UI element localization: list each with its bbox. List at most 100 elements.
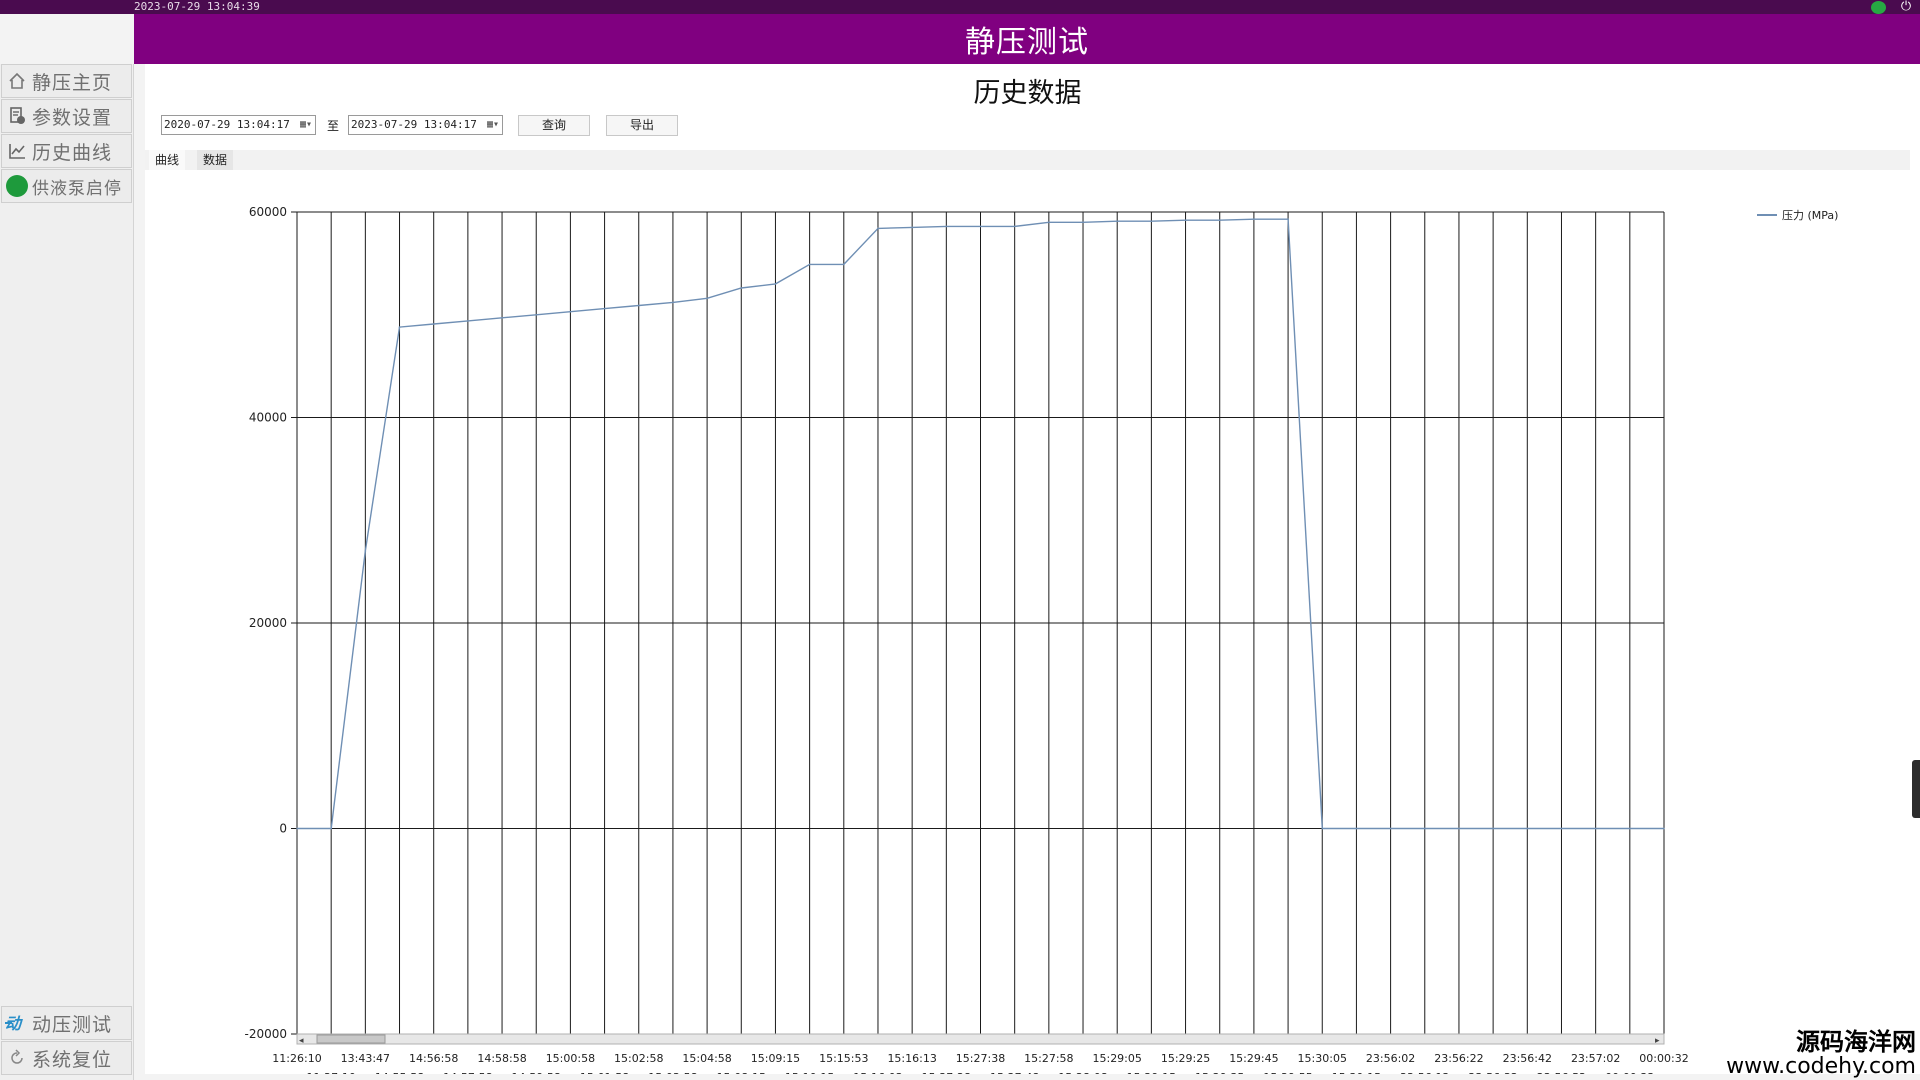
y-tick-label: 20000 bbox=[249, 616, 287, 630]
export-button[interactable]: 导出 bbox=[606, 115, 678, 136]
x-tick-label: 15:15:53 bbox=[819, 1052, 868, 1065]
pressure-data-point bbox=[569, 310, 572, 313]
pressure-data-point bbox=[398, 326, 401, 328]
pressure-data-point bbox=[1253, 218, 1255, 220]
x-tick-label: 15:30:05 bbox=[1298, 1052, 1347, 1065]
x-tick-label: 23:56:12 bbox=[1400, 1071, 1449, 1074]
settings-document-icon bbox=[2, 106, 32, 126]
x-tick-label: 23:56:32 bbox=[1468, 1071, 1517, 1074]
pressure-data-point bbox=[1082, 221, 1084, 224]
x-tick-label: 15:27:58 bbox=[1024, 1052, 1073, 1065]
pressure-data-point bbox=[501, 317, 503, 319]
x-tick-label: 15:29:35 bbox=[1195, 1071, 1244, 1074]
pressure-data-point bbox=[467, 320, 469, 322]
tab-curve[interactable]: 曲线 bbox=[149, 150, 186, 170]
x-tick-label: 15:27:28 bbox=[922, 1071, 971, 1074]
green-status-dot-icon bbox=[2, 175, 32, 197]
calendar-dropdown-icon[interactable]: ▦▾ bbox=[481, 119, 499, 131]
legend-label: 压力 (MPa) bbox=[1782, 209, 1838, 222]
x-tick-label: 11:26:10 bbox=[272, 1052, 321, 1065]
pressure-data-point bbox=[706, 297, 708, 300]
x-tick-label: 15:00:58 bbox=[546, 1052, 595, 1065]
y-tick-label: -20000 bbox=[244, 1027, 287, 1041]
x-tick-label: 23:56:02 bbox=[1366, 1052, 1415, 1065]
pressure-data-point bbox=[774, 283, 777, 285]
side-drawer-handle[interactable] bbox=[1912, 760, 1920, 818]
sidebar-item-pump-toggle[interactable]: 供液泵启停 bbox=[1, 169, 132, 203]
start-date-value: 2020-07-29 13:04:17 bbox=[164, 118, 290, 131]
page-title: 历史数据 bbox=[973, 78, 1082, 109]
chart-scrollbar-thumb bbox=[316, 1034, 386, 1044]
sidebar-item-label: 动压测试 bbox=[32, 1013, 113, 1036]
query-button[interactable]: 查询 bbox=[518, 115, 590, 136]
pressure-data-point bbox=[843, 263, 845, 266]
x-tick-label: 15:01:58 bbox=[580, 1071, 629, 1074]
x-tick-label: 15:09:15 bbox=[751, 1052, 800, 1065]
end-date-picker[interactable]: 2023-07-29 13:04:17 ▦▾ bbox=[348, 115, 503, 135]
pressure-data-point bbox=[296, 827, 298, 830]
sidebar-item-static-home[interactable]: 静压主页 bbox=[1, 64, 132, 98]
pressure-data-point bbox=[1184, 219, 1187, 222]
x-tick-label: 23:56:52 bbox=[1537, 1071, 1586, 1074]
pressure-data-point bbox=[945, 225, 948, 228]
pressure-data-point bbox=[535, 313, 538, 316]
sidebar-item-label: 静压主页 bbox=[32, 71, 113, 94]
pressure-data-point bbox=[1287, 218, 1289, 220]
x-tick-label: 15:29:55 bbox=[1263, 1071, 1312, 1074]
x-tick-label: 23:56:42 bbox=[1503, 1052, 1552, 1065]
x-tick-label: 15:29:15 bbox=[1127, 1071, 1176, 1074]
pressure-data-point bbox=[1629, 827, 1631, 830]
x-tick-label: 00:00:22 bbox=[1605, 1071, 1654, 1074]
pressure-data-point bbox=[432, 323, 435, 325]
pressure-data-point bbox=[979, 225, 982, 228]
pressure-data-point bbox=[1116, 220, 1118, 223]
power-icon[interactable]: ⏻ bbox=[1898, 0, 1914, 14]
connection-status-icon bbox=[1871, 1, 1886, 14]
reset-icon bbox=[2, 1049, 32, 1067]
x-tick-label: 15:30:15 bbox=[1332, 1071, 1381, 1074]
pressure-data-point bbox=[1560, 827, 1563, 830]
chart-scrollbar-track bbox=[296, 1033, 1665, 1045]
x-tick-label: 14:58:58 bbox=[477, 1052, 526, 1065]
x-tick-label: 15:27:48 bbox=[990, 1071, 1039, 1074]
pressure-data-point bbox=[1048, 221, 1050, 224]
x-tick-label: 15:03:58 bbox=[648, 1071, 697, 1074]
x-tick-label: 15:29:05 bbox=[1092, 1052, 1141, 1065]
pressure-data-point bbox=[1150, 220, 1153, 223]
pressure-data-point bbox=[1492, 827, 1494, 830]
x-tick-label: 11:27:10 bbox=[306, 1071, 355, 1074]
pressure-data-point bbox=[911, 226, 913, 229]
pressure-data-point bbox=[1594, 827, 1597, 830]
calendar-dropdown-icon[interactable]: ▦▾ bbox=[294, 119, 312, 131]
pressure-data-point bbox=[808, 263, 811, 266]
tab-data[interactable]: 数据 bbox=[197, 150, 234, 170]
pressure-data-point bbox=[330, 827, 332, 830]
x-tick-label: 14:55:58 bbox=[375, 1071, 424, 1074]
end-date-value: 2023-07-29 13:04:17 bbox=[351, 118, 477, 131]
sidebar-item-dynamic-test[interactable]: 动 动压测试 bbox=[1, 1006, 132, 1040]
pressure-data-point bbox=[1321, 827, 1324, 830]
pressure-data-point bbox=[1526, 827, 1529, 830]
clock-timestamp: 2023-07-29 13:04:39 bbox=[134, 0, 260, 13]
sidebar-item-history-curve[interactable]: 历史曲线 bbox=[1, 134, 132, 168]
pressure-data-point bbox=[672, 301, 674, 304]
sidebar-item-parameter-settings[interactable]: 参数设置 bbox=[1, 99, 132, 133]
sidebar-item-system-reset[interactable]: 系统复位 bbox=[1, 1041, 132, 1075]
y-tick-label: 60000 bbox=[249, 205, 287, 219]
home-icon bbox=[2, 71, 32, 91]
start-date-picker[interactable]: 2020-07-29 13:04:17 ▦▾ bbox=[161, 115, 316, 135]
status-bar: 2023-07-29 13:04:39 ⏻ bbox=[0, 0, 1920, 14]
dynamic-test-icon: 动 bbox=[2, 1014, 32, 1032]
x-tick-label: 15:16:03 bbox=[853, 1071, 902, 1074]
y-tick-label: 40000 bbox=[249, 411, 287, 425]
sidebar: 静压主页 参数设置 历史曲线 供液泵启停 动 动压测试 系统复位 bbox=[0, 64, 134, 1080]
view-tabs: 曲线 数据 bbox=[145, 150, 1910, 170]
x-tick-label: 15:27:38 bbox=[956, 1052, 1005, 1065]
x-tick-label: 15:10:15 bbox=[785, 1071, 834, 1074]
pressure-data-point bbox=[1458, 827, 1460, 830]
x-tick-label: 15:28:08 bbox=[1058, 1071, 1107, 1074]
x-tick-label: 14:56:58 bbox=[409, 1052, 458, 1065]
x-tick-label: 15:16:13 bbox=[887, 1052, 936, 1065]
x-tick-label: 14:59:58 bbox=[512, 1071, 561, 1074]
y-tick-label: 0 bbox=[279, 822, 287, 836]
